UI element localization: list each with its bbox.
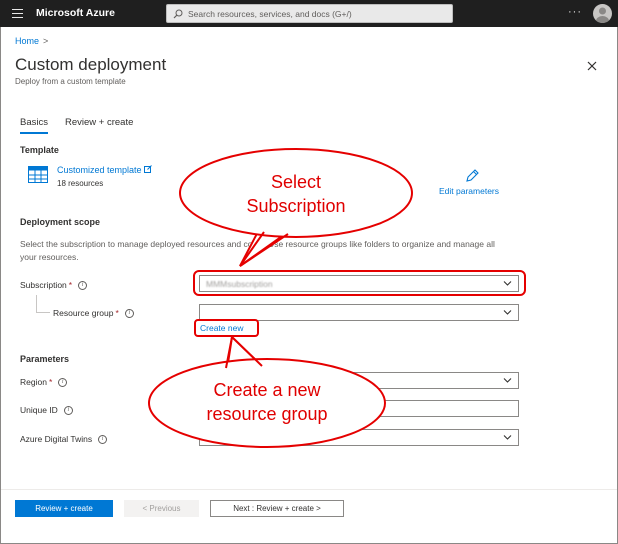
info-icon[interactable]: i <box>58 378 68 388</box>
select-subscription-callout: Select Subscription <box>206 170 386 218</box>
tab-review-create[interactable]: Review + create <box>65 117 133 128</box>
page-subtitle: Deploy from a custom template <box>15 77 126 86</box>
subscription-label-text: Subscription <box>20 280 67 290</box>
tab-basics[interactable]: Basics <box>20 117 48 134</box>
chevron-down-icon <box>503 310 512 315</box>
create-resource-group-callout: Create a new resource group <box>167 378 367 426</box>
more-options-icon[interactable]: ··· <box>568 6 582 18</box>
brand-title[interactable]: Microsoft Azure <box>36 7 115 19</box>
breadcrumb-separator: > <box>43 36 49 46</box>
pencil-icon[interactable] <box>465 169 479 183</box>
external-link-icon <box>144 165 152 173</box>
deployment-scope-heading: Deployment scope <box>20 217 101 227</box>
hamburger-menu-icon[interactable] <box>12 9 23 18</box>
callout-line: Subscription <box>246 196 346 216</box>
required-marker: * <box>115 308 119 318</box>
parameters-heading: Parameters <box>20 354 70 364</box>
resource-group-label-text: Resource group <box>53 308 114 318</box>
resource-group-label: Resource group * i <box>53 308 134 319</box>
footer-divider <box>1 489 617 490</box>
unique-id-label: Unique ID i <box>20 405 73 416</box>
azure-digital-twins-dropdown[interactable] <box>199 429 519 446</box>
customized-template-label: Customized template <box>57 165 142 175</box>
chevron-down-icon <box>503 378 512 383</box>
breadcrumb-home[interactable]: Home <box>15 36 39 46</box>
user-avatar-icon <box>596 7 609 23</box>
next-button[interactable]: Next : Review + create > <box>210 500 344 517</box>
region-label-text: Region <box>20 377 47 387</box>
tree-connector <box>36 295 50 313</box>
search-icon <box>173 9 183 19</box>
unique-id-label-text: Unique ID <box>20 405 58 415</box>
template-grid-icon <box>28 166 48 183</box>
close-icon[interactable] <box>585 59 599 73</box>
callout-line: resource group <box>206 404 328 424</box>
subscription-highlight <box>193 270 526 296</box>
create-new-highlight <box>194 319 259 337</box>
template-heading: Template <box>20 145 59 155</box>
info-icon[interactable]: i <box>63 406 73 416</box>
review-create-button[interactable]: Review + create <box>15 500 113 517</box>
azure-digital-twins-label-text: Azure Digital Twins <box>20 434 93 444</box>
breadcrumb: Home > <box>15 36 48 46</box>
search-box[interactable]: Search resources, services, and docs (G+… <box>166 4 453 23</box>
azure-digital-twins-label: Azure Digital Twins i <box>20 434 108 445</box>
edit-parameters-link[interactable]: Edit parameters <box>439 186 499 196</box>
avatar[interactable] <box>593 4 612 23</box>
info-icon[interactable]: i <box>78 281 88 291</box>
page-title: Custom deployment <box>15 55 167 74</box>
template-resource-count: 18 resources <box>57 179 104 188</box>
required-marker: * <box>48 377 53 387</box>
info-icon[interactable]: i <box>124 309 134 319</box>
info-icon[interactable]: i <box>98 435 108 445</box>
chevron-down-icon <box>503 435 512 440</box>
subscription-label: Subscription * i <box>20 280 88 291</box>
previous-button[interactable]: < Previous <box>124 500 199 517</box>
customized-template-link[interactable]: Customized template <box>57 165 152 175</box>
deployment-scope-description: Select the subscription to manage deploy… <box>20 239 495 262</box>
search-placeholder: Search resources, services, and docs (G+… <box>188 9 352 19</box>
top-bar: Microsoft Azure Search resources, servic… <box>0 0 618 27</box>
callout-line: Create a new <box>213 380 321 400</box>
callout-line: Select <box>270 172 322 192</box>
required-marker: * <box>68 280 73 290</box>
region-label: Region * i <box>20 377 68 388</box>
